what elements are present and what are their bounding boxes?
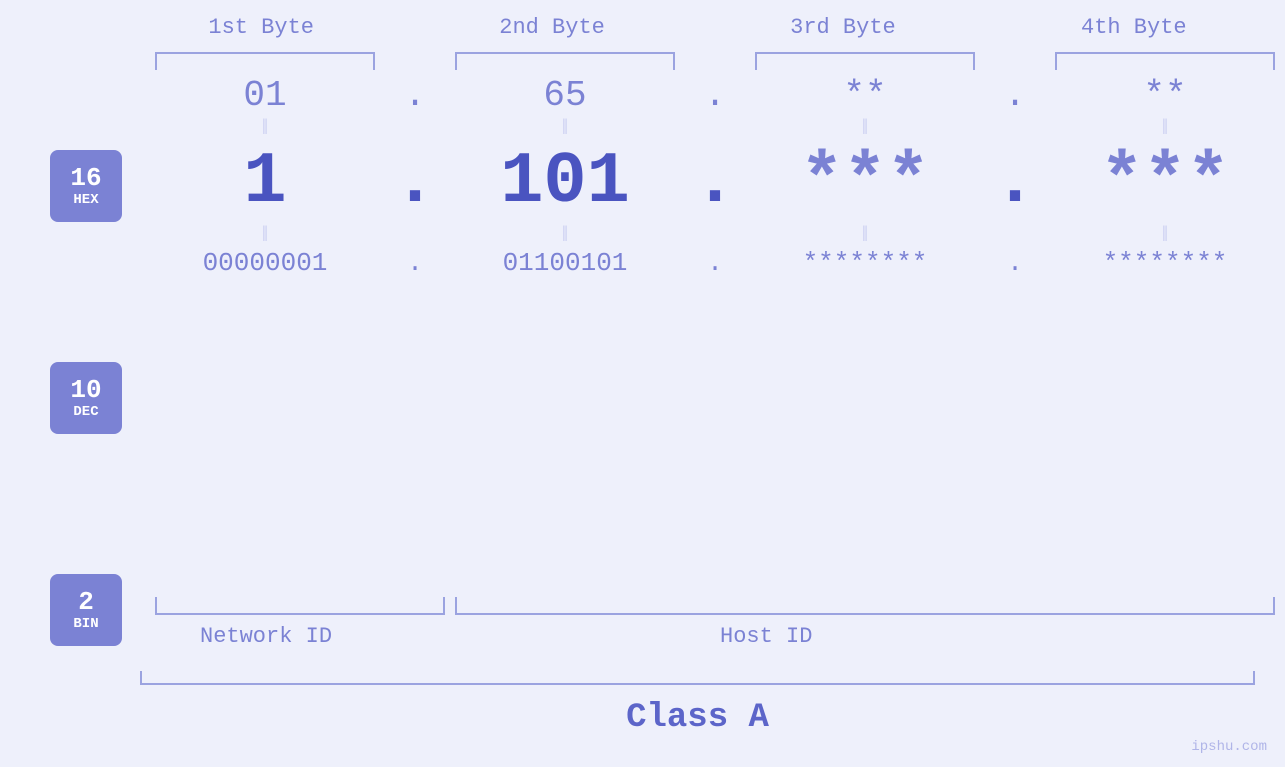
eq2-b3: ‖ xyxy=(740,229,990,242)
dot3-bin: . xyxy=(990,248,1040,278)
layout-area: 1st Byte 2nd Byte 3rd Byte 4th Byte 01 .… xyxy=(140,0,1255,767)
dot2-hex: . xyxy=(690,75,740,116)
bottom-bracket-network xyxy=(155,597,445,615)
dec-badge-number: 10 xyxy=(70,376,101,405)
watermark: ipshu.com xyxy=(1191,739,1267,755)
top-bracket-1 xyxy=(155,52,375,70)
main-container: 16 HEX 10 DEC 2 BIN 1st Byte 2nd Byte 3r… xyxy=(0,0,1285,767)
dot2-dec: . xyxy=(690,141,740,223)
eq2-b2: ‖ xyxy=(440,229,690,242)
byte2-hex: 65 xyxy=(440,75,690,116)
hex-badge: 16 HEX xyxy=(50,150,122,222)
eq1-b3: ‖ xyxy=(740,122,990,135)
bottom-full-bracket xyxy=(140,671,1255,685)
top-bracket-3 xyxy=(755,52,975,70)
byte1-hex-value: 01 xyxy=(243,75,286,116)
dec-badge: 10 DEC xyxy=(50,362,122,434)
class-label: Class A xyxy=(626,699,769,737)
top-bracket-4 xyxy=(1055,52,1275,70)
byte1-bin-value: 00000001 xyxy=(203,248,328,278)
byte4-bin-value: ******** xyxy=(1103,248,1228,278)
byte3-dec: *** xyxy=(740,141,990,223)
dot1-dec: . xyxy=(390,141,440,223)
byte3-hex-value: ** xyxy=(843,75,886,116)
byte1-bin: 00000001 xyxy=(140,248,390,278)
byte2-dec-value: 101 xyxy=(500,141,630,223)
eq1-b4: ‖ xyxy=(1040,122,1285,135)
byte-label-1: 1st Byte xyxy=(140,15,382,40)
byte-label-2: 2nd Byte xyxy=(431,15,673,40)
byte2-dec: 101 xyxy=(440,141,690,223)
byte2-bin: 01100101 xyxy=(440,248,690,278)
byte1-hex: 01 xyxy=(140,75,390,116)
eq2-b1: ‖ xyxy=(140,229,390,242)
byte4-bin: ******** xyxy=(1040,248,1285,278)
byte3-bin-value: ******** xyxy=(803,248,928,278)
byte4-hex-value: ** xyxy=(1143,75,1186,116)
byte4-dec: *** xyxy=(1040,141,1285,223)
byte1-dec: 1 xyxy=(140,141,390,223)
byte-label-4: 4th Byte xyxy=(1013,15,1255,40)
dot3-hex: . xyxy=(990,75,1040,116)
bin-badge-label: BIN xyxy=(73,616,98,632)
byte1-dec-value: 1 xyxy=(243,141,286,223)
dot1-hex: . xyxy=(390,75,440,116)
data-grid: 01 . 65 . ** . ** ‖ ‖ ‖ ‖ 1 xyxy=(140,75,1255,278)
dot1-bin: . xyxy=(390,248,440,278)
byte-header-row: 1st Byte 2nd Byte 3rd Byte 4th Byte xyxy=(140,15,1255,40)
byte4-dec-value: *** xyxy=(1100,141,1230,223)
byte4-hex: ** xyxy=(1040,75,1285,116)
hex-badge-number: 16 xyxy=(70,164,101,193)
byte3-hex: ** xyxy=(740,75,990,116)
eq1-b2: ‖ xyxy=(440,122,690,135)
top-bracket-2 xyxy=(455,52,675,70)
dot2-bin: . xyxy=(690,248,740,278)
byte3-dec-value: *** xyxy=(800,141,930,223)
bottom-bracket-host xyxy=(455,597,1275,615)
eq2-b4: ‖ xyxy=(1040,229,1285,242)
host-id-label: Host ID xyxy=(720,624,812,649)
byte-label-3: 3rd Byte xyxy=(722,15,964,40)
hex-badge-label: HEX xyxy=(73,192,98,208)
byte3-bin: ******** xyxy=(740,248,990,278)
dec-badge-label: DEC xyxy=(73,404,98,420)
dot3-dec: . xyxy=(990,141,1040,223)
byte2-bin-value: 01100101 xyxy=(503,248,628,278)
bin-badge: 2 BIN xyxy=(50,574,122,646)
badges-column: 16 HEX 10 DEC 2 BIN xyxy=(50,150,122,646)
eq1-b1: ‖ xyxy=(140,122,390,135)
bin-badge-number: 2 xyxy=(78,588,94,617)
byte2-hex-value: 65 xyxy=(543,75,586,116)
network-id-label: Network ID xyxy=(200,624,332,649)
